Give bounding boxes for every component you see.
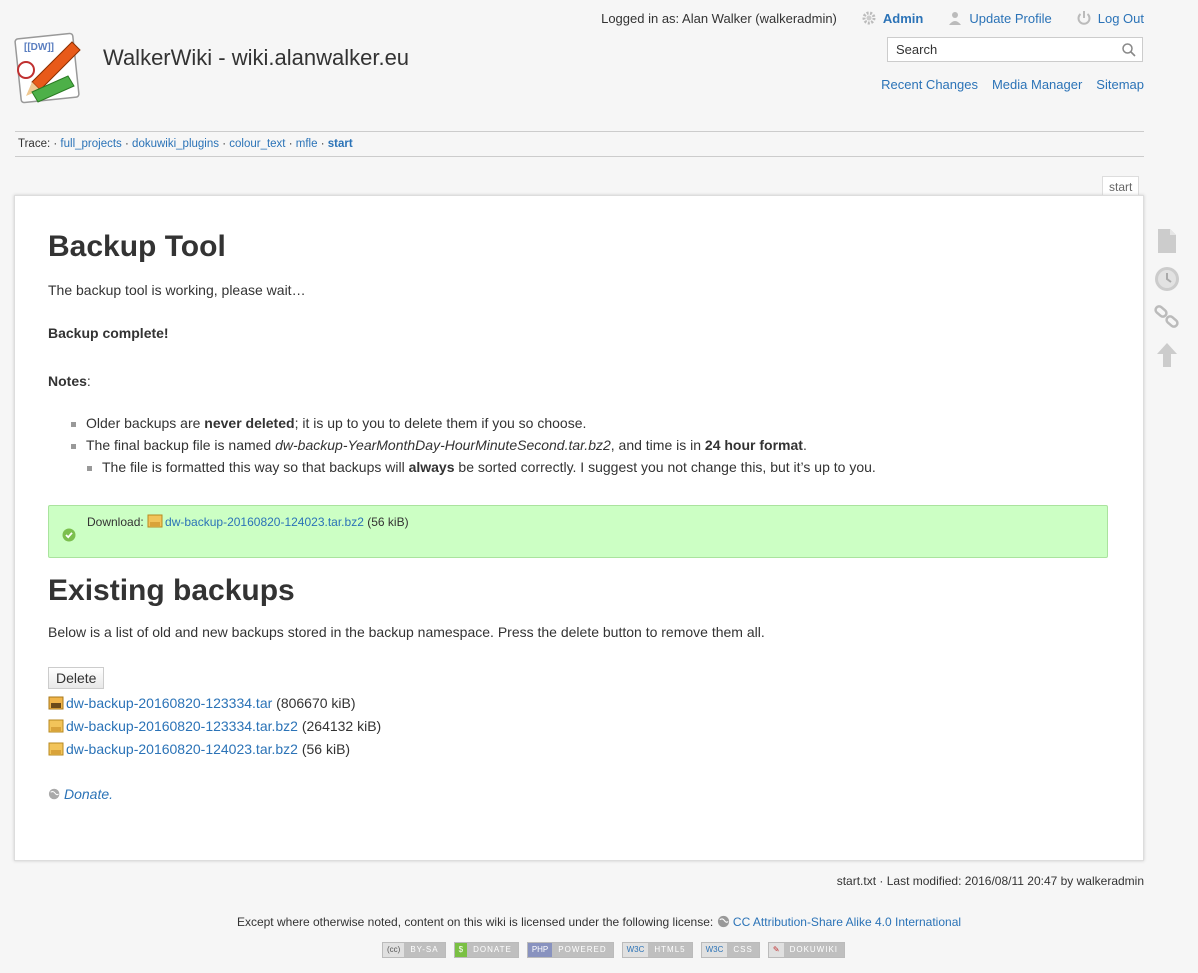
- back-to-top-tool[interactable]: [1152, 340, 1182, 378]
- breadcrumb-item[interactable]: dokuwiki_plugins: [132, 138, 219, 150]
- dokuwiki-badge[interactable]: ✎ DOKUWIKI: [767, 942, 846, 958]
- breadcrumb-item[interactable]: full_projects: [60, 138, 121, 150]
- breadcrumb-current[interactable]: start: [328, 138, 353, 150]
- svg-text:[[DW]]: [[DW]]: [24, 42, 54, 53]
- license-text: Except where otherwise noted, content on…: [236, 915, 714, 929]
- list-item: dw-backup-20160820-123334.tar (806670 ki…: [48, 692, 381, 715]
- media-manager-link[interactable]: Media Manager: [992, 77, 1082, 92]
- list-item: The file is formatted this way so that b…: [71, 456, 876, 478]
- gear-icon: [862, 11, 876, 25]
- download-link[interactable]: dw-backup-20160820-124023.tar.bz2: [147, 514, 364, 529]
- list-item: Older backups are never deleted; it is u…: [71, 412, 876, 434]
- bullet-icon: [87, 465, 92, 471]
- old-revisions-tool[interactable]: [1152, 264, 1182, 302]
- backup-file-size: (806670 kiB): [276, 695, 356, 711]
- page-tools: [1152, 226, 1182, 378]
- search-form: [887, 37, 1143, 62]
- delete-button[interactable]: Delete: [48, 667, 105, 689]
- bz2-file-icon: [147, 514, 163, 528]
- list-item: dw-backup-20160820-124023.tar.bz2 (56 ki…: [48, 738, 381, 761]
- site-tools: Recent Changes Media Manager Sitemap: [881, 77, 1144, 92]
- globe-icon: [717, 915, 729, 928]
- backup-tool-heading: Backup Tool: [48, 230, 226, 263]
- link-icon: [1154, 305, 1179, 328]
- logout-link[interactable]: Log Out: [1098, 11, 1144, 26]
- html5-badge[interactable]: W3C HTML5: [621, 942, 693, 958]
- trace-label: Trace:: [18, 138, 51, 150]
- globe-icon: [48, 788, 60, 800]
- backup-file-size: (56 kiB): [301, 741, 351, 757]
- page-name-tab: start: [1102, 176, 1140, 197]
- check-circle-icon: [62, 528, 76, 542]
- css-badge[interactable]: W3C CSS: [700, 942, 760, 958]
- backup-file-link[interactable]: dw-backup-20160820-123334.tar: [48, 695, 272, 711]
- bz2-file-icon: [48, 742, 64, 756]
- license-line: Except where otherwise noted, content on…: [0, 915, 1198, 929]
- breadcrumb-item[interactable]: mfle: [296, 138, 318, 150]
- donate-badge[interactable]: $ DONATE: [453, 942, 519, 958]
- cc-badge[interactable]: (cc) BY-SA: [382, 942, 446, 958]
- logged-in-text: Logged in as: Alan Walker (walkeradmin): [601, 10, 837, 26]
- trace-divider: [15, 156, 1144, 157]
- header: [[DW]] WalkerWiki - wiki.alanwalker.eu L…: [0, 0, 1198, 160]
- footer-badges: (cc) BY-SA $ DONATE PHP POWERED W3C HTML5 W3…: [382, 942, 846, 958]
- backup-file-size: (264132 kiB): [301, 718, 382, 734]
- admin-link[interactable]: Admin: [883, 11, 923, 26]
- logo-icon: [[DW]]: [14, 32, 81, 104]
- list-item: The final backup file is named dw-backup…: [71, 434, 876, 456]
- show-page-tool[interactable]: [1152, 226, 1182, 264]
- notes-list: Older backups are never deleted; it is u…: [71, 412, 876, 478]
- donate-line: Donate.: [48, 786, 113, 802]
- user-tools: Logged in as: Alan Walker (walkeradmin) …: [601, 10, 1144, 26]
- backup-file-link[interactable]: dw-backup-20160820-124023.tar.bz2: [48, 741, 298, 757]
- notes-label: Notes:: [48, 373, 91, 389]
- tar-file-icon: [48, 696, 64, 710]
- search-input[interactable]: [888, 38, 1124, 61]
- power-icon: [1077, 11, 1091, 25]
- page-content: Backup Tool The backup tool is working, …: [14, 195, 1144, 861]
- existing-backups-heading: Existing backups: [48, 574, 295, 607]
- download-label: Download:: [87, 515, 144, 529]
- donate-link[interactable]: Donate.: [64, 786, 113, 802]
- download-size: (56 kiB): [367, 515, 409, 529]
- backup-file-link[interactable]: dw-backup-20160820-123334.tar.bz2: [48, 718, 298, 734]
- backlinks-tool[interactable]: [1152, 302, 1182, 340]
- search-icon[interactable]: [1121, 42, 1137, 58]
- complete-text: Backup complete!: [48, 325, 169, 341]
- page-icon: [1158, 229, 1176, 253]
- license-link[interactable]: CC Attribution-Share Alike 4.0 Internati…: [733, 915, 961, 929]
- working-text: The backup tool is working, please wait…: [48, 282, 306, 298]
- sitemap-link[interactable]: Sitemap: [1096, 77, 1144, 92]
- recent-changes-link[interactable]: Recent Changes: [881, 77, 978, 92]
- bullet-icon: [71, 421, 76, 427]
- existing-text: Below is a list of old and new backups s…: [48, 624, 765, 640]
- update-profile-link[interactable]: Update Profile: [969, 11, 1051, 26]
- download-line: Download: dw-backup-20160820-124023.tar.…: [87, 514, 409, 529]
- header-divider: [15, 131, 1144, 132]
- arrow-up-icon: [1157, 343, 1177, 367]
- breadcrumb: Trace: · full_projects · dokuwiki_plugin…: [18, 138, 353, 150]
- doc-info: start.txt · Last modified: 2016/08/11 20…: [836, 874, 1144, 888]
- backup-file-list: dw-backup-20160820-123334.tar (806670 ki…: [48, 692, 381, 761]
- download-success-box: Download: dw-backup-20160820-124023.tar.…: [48, 505, 1108, 558]
- bz2-file-icon: [48, 719, 64, 733]
- bullet-icon: [71, 443, 76, 449]
- breadcrumb-item[interactable]: colour_text: [229, 138, 285, 150]
- php-badge[interactable]: PHP POWERED: [526, 942, 614, 958]
- dokuwiki-logo[interactable]: [[DW]]: [12, 30, 90, 108]
- clock-icon: [1155, 267, 1179, 291]
- site-title: WalkerWiki - wiki.alanwalker.eu: [103, 45, 410, 70]
- list-item: dw-backup-20160820-123334.tar.bz2 (26413…: [48, 715, 381, 738]
- user-icon: [949, 12, 962, 25]
